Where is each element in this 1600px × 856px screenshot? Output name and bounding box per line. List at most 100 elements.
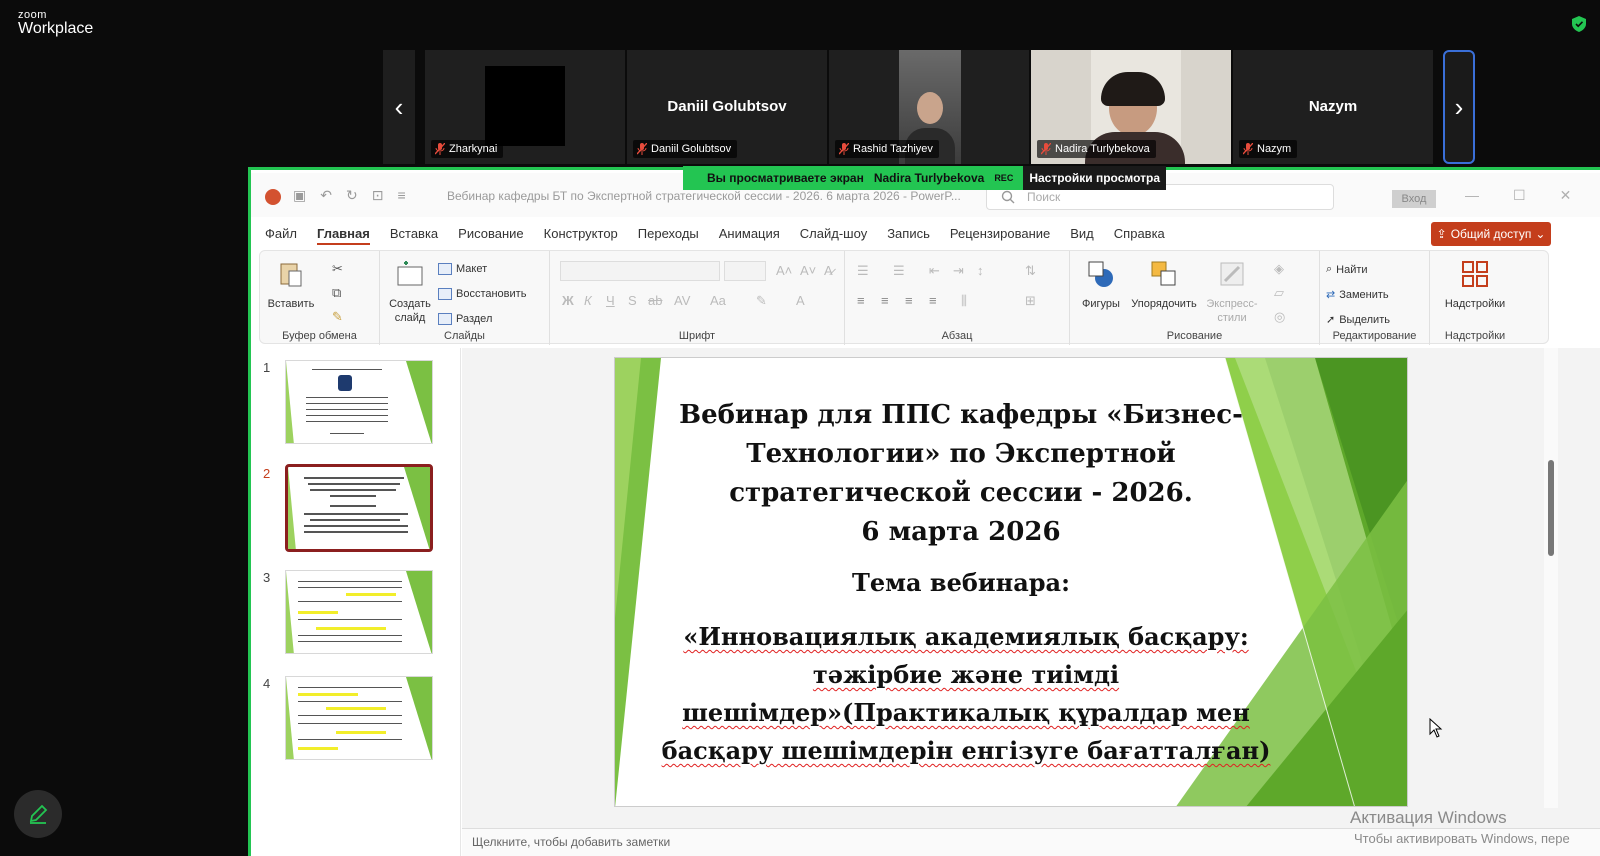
- align-center-icon[interactable]: ≡: [881, 293, 889, 308]
- thumb-text: [312, 369, 382, 370]
- slide-title-line: Технологии» по Экспертной: [746, 439, 1176, 469]
- vertical-scrollbar[interactable]: [1544, 348, 1558, 808]
- arrange-button[interactable]: Упорядочить: [1128, 259, 1200, 311]
- quick-styles-button[interactable]: Экспресс-стили: [1204, 259, 1260, 325]
- tab-home[interactable]: Главная: [316, 226, 370, 245]
- shapes-button[interactable]: Фигуры: [1076, 259, 1126, 311]
- slide-thumbnail-4[interactable]: [285, 676, 433, 760]
- text-direction-icon[interactable]: ⇅: [1025, 263, 1036, 279]
- close-icon[interactable]: ✕: [1560, 187, 1572, 204]
- tab-insert[interactable]: Вставка: [390, 226, 438, 245]
- addins-button[interactable]: Надстройки: [1440, 259, 1510, 311]
- tab-file[interactable]: Файл: [265, 226, 297, 245]
- clear-format-icon[interactable]: A̷: [824, 263, 833, 278]
- shape-fill-icon[interactable]: ◈: [1274, 261, 1284, 277]
- redo-icon[interactable]: ↻: [346, 187, 358, 204]
- section-button[interactable]: Раздел: [438, 313, 492, 325]
- windows-activation-watermark: Активация Windows: [1350, 808, 1507, 827]
- thumb-text: [298, 619, 402, 620]
- prev-participants-button[interactable]: ‹: [383, 50, 415, 164]
- tab-animations[interactable]: Анимация: [719, 226, 780, 245]
- tab-view[interactable]: Вид: [1070, 226, 1094, 245]
- font-size-select[interactable]: [724, 261, 766, 281]
- reset-button[interactable]: Восстановить: [438, 288, 526, 300]
- char-spacing-button[interactable]: AV: [674, 293, 690, 308]
- participant-tile-zharkynai[interactable]: Zharkynai: [425, 50, 625, 164]
- shadow-button[interactable]: S: [628, 293, 637, 308]
- undo-icon[interactable]: ↶: [320, 187, 332, 204]
- font-color-icon[interactable]: A: [796, 293, 805, 308]
- scrollbar-thumb[interactable]: [1548, 460, 1554, 556]
- thumb-text: [306, 421, 388, 422]
- save-icon[interactable]: ▣: [293, 187, 306, 204]
- change-case-button[interactable]: Aa: [710, 293, 726, 308]
- underline-button[interactable]: Ч: [606, 293, 615, 308]
- tab-help[interactable]: Справка: [1114, 226, 1165, 245]
- tab-review[interactable]: Рецензирование: [950, 226, 1050, 245]
- paste-button[interactable]: Вставить: [266, 259, 316, 311]
- participant-tile-rashid[interactable]: Rashid Tazhiyev: [829, 50, 1029, 164]
- tab-record[interactable]: Запись: [887, 226, 930, 245]
- participant-tile-daniil[interactable]: Daniil Golubtsov Daniil Golubtsov: [627, 50, 827, 164]
- view-options-button[interactable]: Настройки просмотра: [1023, 166, 1167, 190]
- tab-transitions[interactable]: Переходы: [638, 226, 699, 245]
- share-button[interactable]: ⇪ Общий доступ ⌄: [1431, 222, 1551, 246]
- tab-draw[interactable]: Рисование: [458, 226, 523, 245]
- maximize-icon[interactable]: ☐: [1513, 187, 1526, 204]
- tab-slideshow[interactable]: Слайд-шоу: [800, 226, 867, 245]
- participant-tile-nadira[interactable]: Nadira Turlybekova: [1031, 50, 1231, 164]
- ribbon-tabs: Файл Главная Вставка Рисование Конструкт…: [265, 226, 1165, 245]
- italic-button[interactable]: К: [584, 293, 592, 308]
- bullets-icon[interactable]: ☰: [857, 263, 869, 279]
- select-button[interactable]: ➚ Выделить: [1326, 313, 1390, 327]
- slide-thumbnail-2[interactable]: [285, 464, 433, 552]
- indent-increase-icon[interactable]: ⇥: [953, 263, 964, 279]
- line-spacing-icon[interactable]: ↕: [977, 263, 984, 278]
- annotate-button[interactable]: [14, 790, 62, 838]
- format-painter-icon[interactable]: ✎: [332, 309, 343, 325]
- copy-icon[interactable]: ⧉: [332, 285, 341, 301]
- slide-subtitle: Тема вебинара:: [852, 568, 1070, 597]
- sign-in-button[interactable]: Вход: [1392, 190, 1436, 208]
- increase-font-icon[interactable]: A˄: [776, 263, 792, 278]
- align-right-icon[interactable]: ≡: [905, 293, 913, 308]
- present-icon[interactable]: ⊡: [372, 187, 384, 204]
- strikethrough-button[interactable]: ab: [648, 293, 662, 308]
- thumb-text: [304, 531, 408, 533]
- smartart-icon[interactable]: ⊞: [1025, 293, 1036, 309]
- columns-icon[interactable]: ⫼: [961, 293, 967, 309]
- cut-icon[interactable]: ✂: [332, 261, 343, 277]
- video-placeholder: [485, 66, 565, 146]
- paste-label: Вставить: [267, 298, 315, 310]
- align-left-icon[interactable]: ≡: [857, 293, 865, 308]
- share-banner: Вы просматриваете экран Nadira Turlybeko…: [683, 166, 1167, 190]
- indent-decrease-icon[interactable]: ⇤: [929, 263, 940, 279]
- bold-button[interactable]: Ж: [562, 293, 574, 308]
- group-label-editing: Редактирование: [1332, 330, 1417, 342]
- thumb-text: [298, 601, 402, 602]
- next-participants-button[interactable]: ›: [1443, 50, 1475, 164]
- new-slide-button[interactable]: Создать слайд: [388, 259, 432, 325]
- layout-button[interactable]: Макет: [438, 263, 487, 275]
- find-button[interactable]: ⌕ Найти: [1326, 263, 1368, 276]
- shape-effects-icon[interactable]: ◎: [1274, 309, 1285, 325]
- current-slide[interactable]: Вебинар для ППС кафедры «Бизнес- Техноло…: [614, 357, 1408, 807]
- ribbon: Вставить ✂ ⧉ ✎ Буфер обмена Создать слай…: [259, 250, 1549, 345]
- customize-qat-icon[interactable]: ≡: [397, 187, 405, 204]
- slide-thumbnail-3[interactable]: [285, 570, 433, 654]
- font-family-select[interactable]: [560, 261, 720, 281]
- justify-icon[interactable]: ≡: [929, 293, 937, 308]
- participant-tile-nazym[interactable]: Nazym Nazym: [1233, 50, 1433, 164]
- mic-muted-icon: [839, 143, 849, 155]
- highlight-icon[interactable]: ✎: [756, 293, 767, 309]
- slide-thumbnail-1[interactable]: [285, 360, 433, 444]
- replace-label: Заменить: [1339, 288, 1389, 301]
- shape-outline-icon[interactable]: ▱: [1274, 285, 1284, 301]
- numbering-icon[interactable]: ☰: [893, 263, 905, 279]
- decrease-font-icon[interactable]: A˅: [800, 263, 816, 278]
- replace-button[interactable]: ⇄ Заменить: [1326, 288, 1389, 302]
- group-label-clipboard: Буфер обмена: [282, 330, 357, 342]
- slide-body: «Инновациялық академиялық басқару: тәжір…: [635, 618, 1297, 770]
- tab-design[interactable]: Конструктор: [544, 226, 618, 245]
- minimize-icon[interactable]: —: [1465, 187, 1479, 204]
